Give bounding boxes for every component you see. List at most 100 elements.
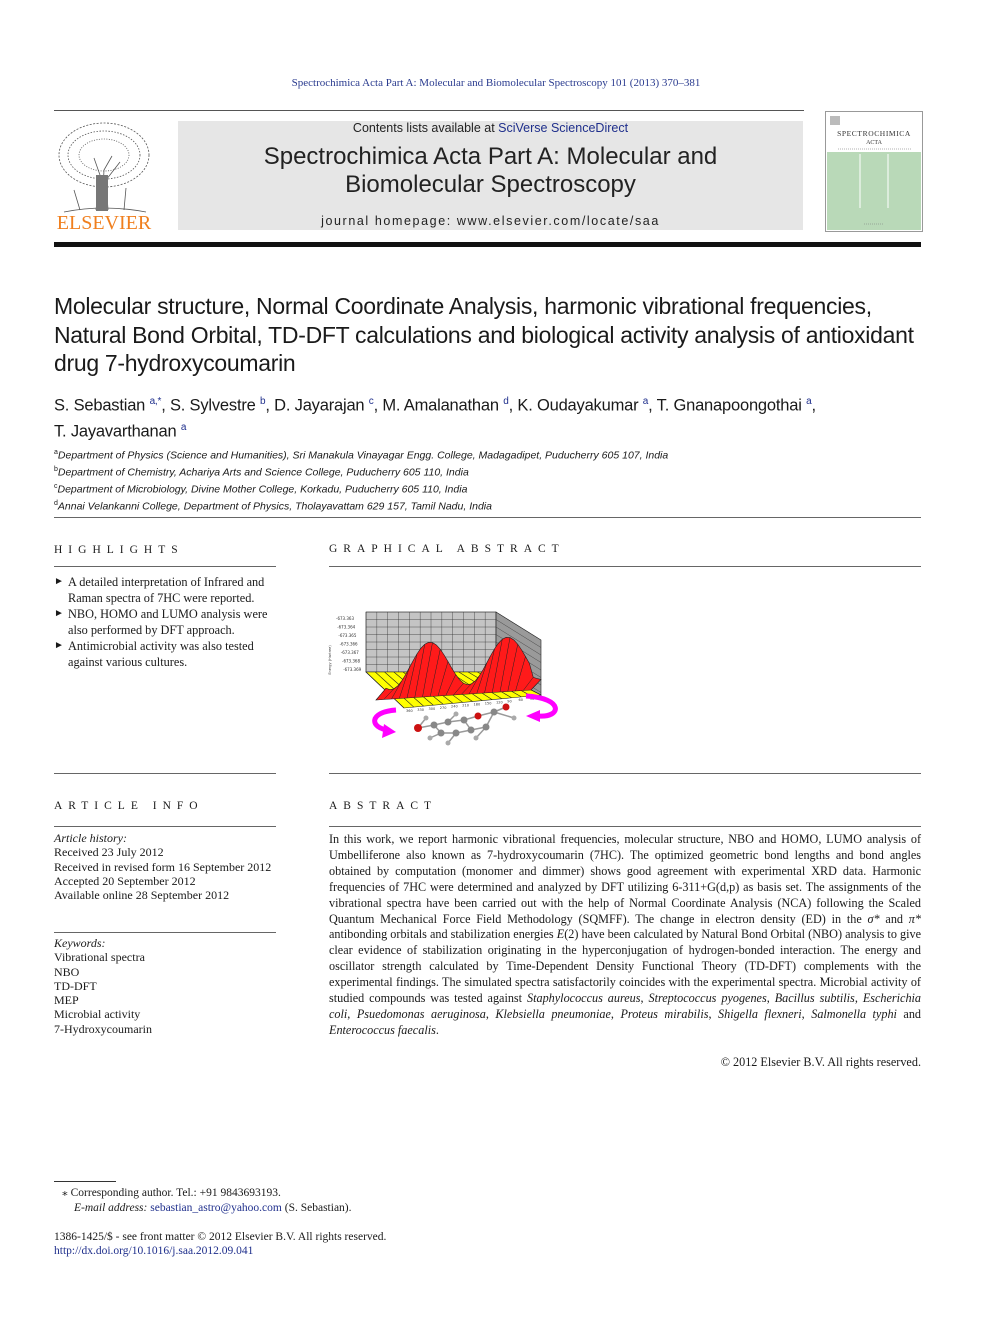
keywords-rule [54, 932, 276, 933]
affiliation-item: dAnnai Velankanni College, Department of… [54, 497, 924, 514]
journal-title: Spectrochimica Acta Part A: Molecular an… [178, 143, 803, 199]
sigma-star-symbol: σ* [867, 911, 880, 926]
x-tick-label: 300 [429, 707, 436, 711]
highlight-item: ► Antimicrobial activity was also tested … [54, 638, 279, 670]
section-rule-right [329, 773, 921, 774]
molecule-atom [445, 740, 451, 746]
journal-title-line1: Spectrochimica Acta Part A: Molecular an… [263, 143, 718, 170]
affiliation-text: Department of Chemistry, Achariya Arts a… [57, 466, 469, 479]
molecule-atom [490, 708, 498, 716]
author-list: S. Sebastian a,*, S. Sylvestre b, D. Jay… [54, 396, 816, 440]
corresponding-text: Corresponding author. Tel.: +91 98436931… [67, 1187, 281, 1199]
author-name[interactable]: S. Sebastian [54, 397, 145, 415]
x-tick-label: 60 [519, 698, 523, 702]
section-rule-left [54, 773, 276, 774]
author-name[interactable]: M. Amalanathan [382, 397, 499, 415]
email-note: E-mail address: sebastian_astro@yahoo.co… [74, 1201, 352, 1217]
keyword-item[interactable]: MEP [54, 993, 279, 1007]
y-tick-label: -673.368 [342, 659, 360, 664]
history-entry: Received in revised form 16 September 20… [54, 859, 272, 874]
molecule-atom [453, 711, 459, 717]
y-axis-label: Energy (Hartree) [328, 645, 332, 675]
molecule-atom [482, 723, 490, 731]
keyword-item[interactable]: Vibrational spectra [54, 950, 279, 964]
organism-name: Bacillus subtilis [774, 991, 855, 1006]
bullet-arrow-icon: ► [54, 576, 64, 587]
cover-title-line1: SPECTROCHIMICA [837, 129, 911, 138]
journal-title-line2: Biomolecular Spectroscopy [345, 171, 636, 198]
contents-prefix: Contents lists available at [352, 121, 499, 135]
cover-title-line2: ACTA [866, 140, 883, 146]
organism-name: Klebsiella pneumoniae [495, 1006, 611, 1021]
graphical-abstract-figure[interactable]: -673.363 -673.364 -673.365 -673.366 -673.367… [326, 600, 566, 750]
abstract-text: In this work, we report harmonic vibrati… [329, 832, 921, 1039]
author-affiliation-mark[interactable]: a [643, 396, 649, 407]
molecule-atom [474, 712, 482, 720]
author-affiliation-mark[interactable]: d [503, 396, 509, 407]
issn-line: 1386-1425/$ - see front matter © 2012 El… [54, 1231, 387, 1243]
corresponding-author-note: ⁎ Corresponding author. Tel.: +91 984369… [62, 1186, 281, 1202]
keyword-item[interactable]: TD-DFT [54, 979, 279, 993]
abstract-part: antibonding orbitals and stabilization e… [329, 927, 557, 942]
author-name[interactable]: D. Jayarajan [274, 397, 364, 415]
graphical-abstract-heading: GRAPHICAL ABSTRACT [329, 543, 565, 555]
elsevier-logo[interactable]: ELSEVIER [54, 120, 154, 234]
organism-name: Enterococcus faecalis [329, 1022, 436, 1037]
affiliation-text: Department of Microbiology, Divine Mothe… [57, 483, 468, 496]
article-title: Molecular structure, Normal Coordinate A… [54, 293, 914, 376]
abstract-heading: ABSTRACT [329, 800, 438, 812]
author-affiliation-mark[interactable]: b [260, 396, 266, 407]
molecule-atom [427, 735, 433, 741]
keyword-item[interactable]: Microbial activity [54, 1007, 279, 1021]
author-affiliation-mark[interactable]: a [806, 396, 812, 407]
y-tick-label: -673.369 [343, 667, 361, 672]
header-rule [54, 110, 804, 111]
organism-name: Proteus mirabilis [620, 1006, 709, 1021]
journal-masthead: Contents lists available at SciVerse Sci… [178, 121, 803, 230]
highlight-item: ► NBO, HOMO and LUMO analysis were also p… [54, 606, 279, 638]
elsevier-tree-icon: ELSEVIER [57, 122, 152, 234]
email-link[interactable]: sebastian_astro@yahoo.com [150, 1202, 282, 1214]
journal-cover-thumbnail[interactable]: SPECTROCHIMICA ACTA [825, 111, 923, 232]
article-history: Article history: Received 23 July 2012 Re… [54, 831, 279, 902]
running-head-citation[interactable]: Spectrochimica Acta Part A: Molecular an… [0, 77, 992, 89]
homepage-link[interactable]: www.elsevier.com/locate/saa [457, 214, 660, 228]
doi-link[interactable]: http://dx.doi.org/10.1016/j.saa.2012.09.… [54, 1245, 253, 1257]
affiliation-item: aDepartment of Physics (Science and Huma… [54, 446, 924, 463]
organism-name: Staphylococcus aureus [527, 991, 641, 1006]
molecule-atom [444, 718, 452, 726]
molecule-atom [511, 715, 517, 721]
article-info-rule [54, 826, 276, 827]
affiliation-rule [54, 517, 921, 518]
author-affiliation-mark[interactable]: c [369, 396, 374, 407]
author-affiliation-mark[interactable]: a [181, 422, 187, 433]
keyword-item[interactable]: 7-Hydroxycoumarin [54, 1022, 279, 1036]
organism-name: Streptococcus pyogenes [648, 991, 767, 1006]
email-label: E-mail address: [74, 1202, 151, 1214]
molecule-atom [467, 726, 475, 734]
abstract-rule [329, 826, 921, 827]
author-name[interactable]: T. Jayavarthanan [54, 422, 177, 440]
cover-logo-icon [830, 116, 840, 125]
history-entry: Received 23 July 2012 [54, 845, 164, 860]
organism-name: Psuedomonas aeruginosa [356, 1006, 486, 1021]
x-tick-label: 180 [474, 703, 481, 707]
x-tick-label: 360 [406, 709, 413, 713]
potential-energy-surface-plot: -673.363 -673.364 -673.365 -673.366 -673.367… [328, 611, 558, 746]
author-name[interactable]: T. Gnanapoongothai [657, 397, 802, 415]
sciencedirect-link[interactable]: SciVerse ScienceDirect [498, 121, 628, 135]
author-name[interactable]: S. Sylvestre [170, 397, 256, 415]
history-label: Article history: [54, 831, 127, 845]
author-affiliation-mark[interactable]: a,* [150, 396, 162, 407]
molecule-atom [460, 716, 468, 724]
highlight-text: Antimicrobial activity was also tested a… [68, 639, 254, 669]
x-tick-label: 90 [507, 699, 511, 703]
highlights-heading: HIGHLIGHTS [54, 544, 184, 556]
x-tick-label: 210 [462, 704, 469, 708]
affiliation-item: bDepartment of Chemistry, Achariya Arts … [54, 463, 924, 480]
author-name[interactable]: K. Oudayakumar [517, 397, 638, 415]
elsevier-wordmark: ELSEVIER [57, 212, 152, 232]
keyword-item[interactable]: NBO [54, 965, 279, 979]
graphical-abstract-rule [329, 566, 921, 567]
molecule-atom [473, 735, 479, 741]
